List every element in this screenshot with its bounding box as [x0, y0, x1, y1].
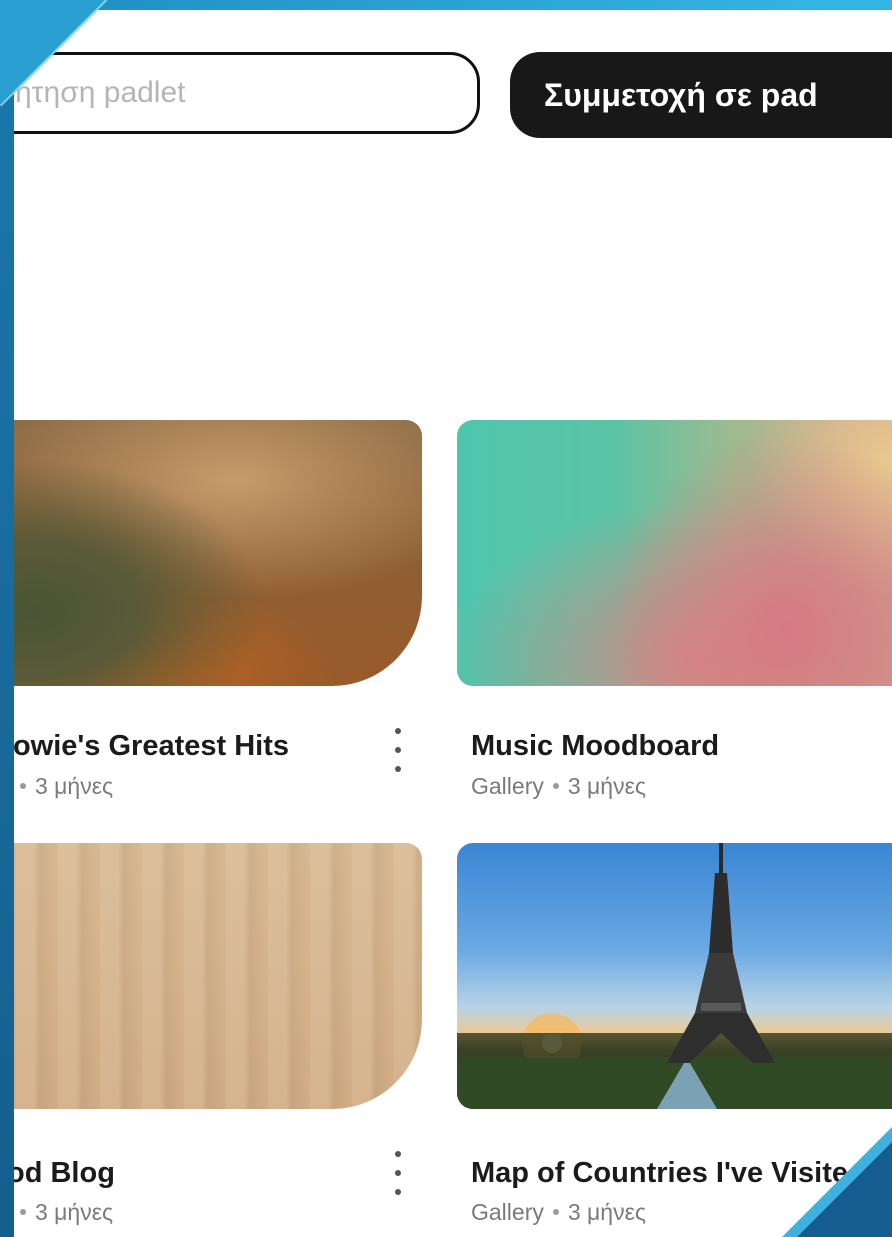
- padlet-thumbnail: [14, 420, 422, 686]
- padlet-card-blog[interactable]: od Blog 3 μήνες: [14, 843, 422, 1237]
- padlet-age: 3 μήνες: [35, 773, 114, 799]
- padlet-meta: Gallery 3 μήνες: [471, 1199, 646, 1226]
- more-options-icon[interactable]: [386, 728, 410, 772]
- padlet-meta: 3 μήνες: [14, 773, 113, 800]
- padlet-meta: 3 μήνες: [14, 1199, 113, 1226]
- eiffel-tower-photo: [457, 843, 892, 1109]
- meta-separator: [20, 782, 26, 789]
- padlet-title: od Blog: [14, 1157, 115, 1189]
- padlet-age: 3 μήνες: [35, 1199, 114, 1225]
- slide-corner-decoration: [797, 1142, 892, 1237]
- padlet-title: Bowie's Greatest Hits: [14, 730, 289, 762]
- slide-frame-edge: [0, 0, 14, 1237]
- meta-separator: [552, 782, 559, 789]
- join-padlet-button[interactable]: Συμμετοχή σε pad: [510, 52, 892, 138]
- padlet-card-music-moodboard[interactable]: Music Moodboard Gallery 3 μήνες: [457, 420, 892, 820]
- more-options-icon[interactable]: [386, 1151, 410, 1195]
- padlet-age: 3 μήνες: [567, 773, 646, 799]
- padlet-dashboard: ήτηση padlet Συμμετοχή σε pad Bowie's Gr…: [14, 10, 892, 1237]
- padlet-thumbnail: [457, 843, 892, 1109]
- padlet-age: 3 μήνες: [567, 1199, 646, 1225]
- padlet-meta: Gallery 3 μήνες: [471, 773, 646, 800]
- meta-separator: [20, 1208, 26, 1215]
- padlet-card-bowie[interactable]: Bowie's Greatest Hits 3 μήνες: [14, 420, 422, 820]
- meta-separator: [552, 1208, 559, 1215]
- padlet-thumbnail: [457, 420, 892, 686]
- padlet-format: Gallery: [471, 773, 544, 799]
- padlet-thumbnail: [14, 843, 422, 1109]
- padlet-title: Music Moodboard: [471, 730, 720, 762]
- padlet-format: Gallery: [471, 1199, 544, 1225]
